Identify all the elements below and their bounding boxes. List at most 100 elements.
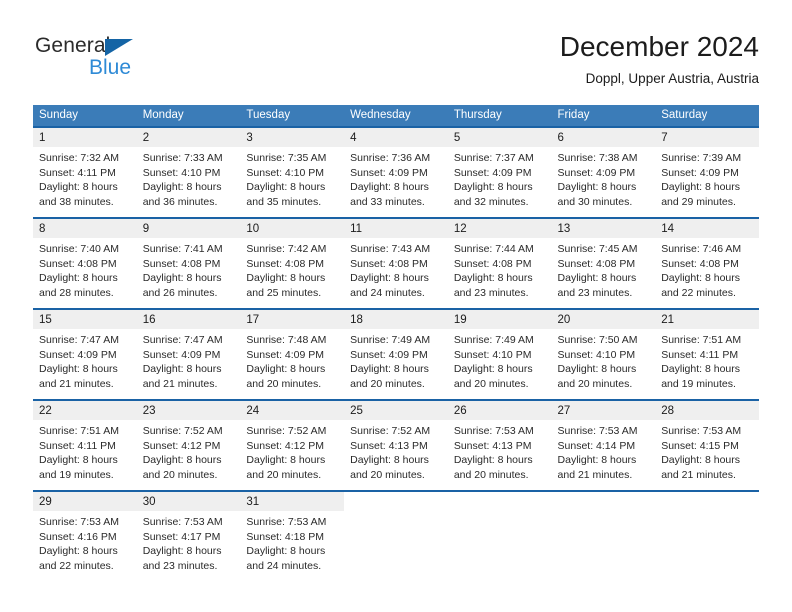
day-details: Sunrise: 7:47 AM Sunset: 4:09 PM Daylight:… — [33, 329, 137, 391]
day-cell[interactable]: 20 Sunrise: 7:50 AM Sunset: 4:10 PM Dayligh… — [551, 308, 656, 399]
day-cell[interactable]: 21 Sunrise: 7:51 AM Sunset: 4:11 PM Dayligh… — [655, 308, 759, 399]
day-cell[interactable]: 29 Sunrise: 7:53 AM Sunset: 4:16 PM Dayligh… — [33, 490, 137, 581]
daylight-text-line1: Daylight: 8 hours — [661, 454, 741, 467]
calendar-cell: 19 Sunrise: 7:49 AM Sunset: 4:10 PM Dayligh… — [447, 308, 552, 399]
general-blue-logo[interactable]: General Blue — [33, 34, 233, 90]
calendar-cell — [344, 490, 448, 581]
day-cell[interactable]: 17 Sunrise: 7:48 AM Sunset: 4:09 PM Dayligh… — [240, 308, 345, 399]
daylight-text-line2: and 19 minutes. — [661, 377, 736, 390]
location-subtitle: Doppl, Upper Austria, Austria — [585, 71, 759, 86]
day-cell[interactable]: 13 Sunrise: 7:45 AM Sunset: 4:08 PM Dayligh… — [551, 217, 656, 308]
day-cell[interactable]: 14 Sunrise: 7:46 AM Sunset: 4:08 PM Dayligh… — [655, 217, 759, 308]
daylight-text-line2: and 19 minutes. — [39, 468, 114, 481]
daylight-text-line1: Daylight: 8 hours — [39, 545, 118, 558]
sunset-text: Sunset: 4:08 PM — [142, 257, 221, 270]
sunrise-text: Sunrise: 7:49 AM — [453, 334, 534, 346]
sunrise-text: Sunrise: 7:41 AM — [142, 243, 223, 255]
sunset-text: Sunset: 4:10 PM — [142, 166, 221, 179]
calendar-cell: 30 Sunrise: 7:53 AM Sunset: 4:17 PM Dayligh… — [136, 490, 241, 581]
daylight-text-line1: Daylight: 8 hours — [557, 454, 637, 467]
daylight-text-line2: and 33 minutes. — [350, 195, 425, 208]
calendar-cell: 29 Sunrise: 7:53 AM Sunset: 4:16 PM Dayligh… — [33, 490, 137, 581]
daylight-text-line2: and 20 minutes. — [453, 468, 529, 481]
sunset-text: Sunset: 4:08 PM — [350, 257, 428, 270]
day-number: 27 — [551, 401, 656, 420]
day-cell[interactable]: 22 Sunrise: 7:51 AM Sunset: 4:11 PM Dayligh… — [33, 399, 137, 490]
day-cell[interactable]: 11 Sunrise: 7:43 AM Sunset: 4:08 PM Dayligh… — [344, 217, 448, 308]
day-number: 3 — [240, 128, 345, 147]
sunset-text: Sunset: 4:08 PM — [557, 257, 636, 270]
day-cell[interactable]: 27 Sunrise: 7:53 AM Sunset: 4:14 PM Dayligh… — [551, 399, 656, 490]
day-cell[interactable]: 26 Sunrise: 7:53 AM Sunset: 4:13 PM Dayligh… — [447, 399, 552, 490]
calendar-cell: 27 Sunrise: 7:53 AM Sunset: 4:14 PM Dayligh… — [551, 399, 656, 490]
sunset-text: Sunset: 4:09 PM — [39, 348, 117, 361]
day-details: Sunrise: 7:33 AM Sunset: 4:10 PM Daylight:… — [137, 147, 241, 209]
daylight-text-line1: Daylight: 8 hours — [661, 272, 741, 285]
calendar-cell: 25 Sunrise: 7:52 AM Sunset: 4:13 PM Dayligh… — [344, 399, 448, 490]
day-number: 2 — [136, 128, 241, 147]
day-number: 14 — [655, 219, 759, 238]
day-cell[interactable]: 31 Sunrise: 7:53 AM Sunset: 4:18 PM Dayligh… — [240, 490, 345, 581]
daylight-text-line2: and 23 minutes. — [142, 559, 218, 572]
day-cell[interactable]: 1 Sunrise: 7:32 AM Sunset: 4:11 PM Daylight… — [33, 126, 137, 217]
day-number: 20 — [551, 310, 656, 329]
day-number: 7 — [655, 128, 759, 147]
day-cell[interactable]: 4 Sunrise: 7:36 AM Sunset: 4:09 PM Daylight… — [344, 126, 448, 217]
daylight-text-line1: Daylight: 8 hours — [557, 181, 637, 194]
day-number: 31 — [240, 492, 345, 511]
day-details: Sunrise: 7:52 AM Sunset: 4:12 PM Daylight:… — [240, 420, 344, 482]
sunrise-text: Sunrise: 7:45 AM — [557, 243, 638, 255]
day-cell[interactable]: 23 Sunrise: 7:52 AM Sunset: 4:12 PM Dayligh… — [136, 399, 241, 490]
day-cell[interactable]: 19 Sunrise: 7:49 AM Sunset: 4:10 PM Dayligh… — [447, 308, 552, 399]
day-cell[interactable]: 15 Sunrise: 7:47 AM Sunset: 4:09 PM Dayligh… — [33, 308, 137, 399]
sunrise-text: Sunrise: 7:53 AM — [39, 516, 119, 528]
day-cell[interactable]: 12 Sunrise: 7:44 AM Sunset: 4:08 PM Dayligh… — [447, 217, 552, 308]
day-cell[interactable]: 30 Sunrise: 7:53 AM Sunset: 4:17 PM Dayligh… — [136, 490, 241, 581]
day-cell[interactable]: 25 Sunrise: 7:52 AM Sunset: 4:13 PM Dayligh… — [344, 399, 448, 490]
sunrise-text: Sunrise: 7:39 AM — [661, 152, 742, 164]
daylight-text-line2: and 36 minutes. — [142, 195, 218, 208]
day-cell[interactable]: 3 Sunrise: 7:35 AM Sunset: 4:10 PM Daylight… — [240, 126, 345, 217]
sunset-text: Sunset: 4:13 PM — [350, 439, 428, 452]
calendar-cell — [551, 490, 656, 581]
calendar-cell: 9 Sunrise: 7:41 AM Sunset: 4:08 PM Daylight… — [136, 217, 241, 308]
day-cell[interactable]: 6 Sunrise: 7:38 AM Sunset: 4:09 PM Daylight… — [551, 126, 656, 217]
day-cell[interactable]: 7 Sunrise: 7:39 AM Sunset: 4:09 PM Daylight… — [655, 126, 759, 217]
daylight-text-line2: and 20 minutes. — [350, 377, 425, 390]
daylight-text-line1: Daylight: 8 hours — [453, 454, 533, 467]
daylight-text-line1: Daylight: 8 hours — [142, 272, 222, 285]
sunrise-text: Sunrise: 7:44 AM — [453, 243, 534, 255]
daylight-text-line2: and 30 minutes. — [557, 195, 633, 208]
day-cell[interactable]: 16 Sunrise: 7:47 AM Sunset: 4:09 PM Dayligh… — [136, 308, 241, 399]
weekday-header-saturday: Saturday — [655, 105, 759, 126]
sunrise-text: Sunrise: 7:46 AM — [661, 243, 742, 255]
sunrise-text: Sunrise: 7:52 AM — [350, 425, 431, 437]
daylight-text-line2: and 24 minutes. — [246, 559, 322, 572]
day-number — [447, 492, 552, 511]
day-cell[interactable]: 24 Sunrise: 7:52 AM Sunset: 4:12 PM Dayligh… — [240, 399, 345, 490]
day-cell[interactable]: 10 Sunrise: 7:42 AM Sunset: 4:08 PM Dayligh… — [240, 217, 345, 308]
sunrise-text: Sunrise: 7:49 AM — [350, 334, 431, 346]
daylight-text-line2: and 29 minutes. — [661, 195, 736, 208]
sunrise-text: Sunrise: 7:52 AM — [142, 425, 223, 437]
day-details: Sunrise: 7:53 AM Sunset: 4:14 PM Daylight:… — [552, 420, 656, 482]
day-details: Sunrise: 7:39 AM Sunset: 4:09 PM Daylight:… — [655, 147, 759, 209]
daylight-text-line1: Daylight: 8 hours — [142, 545, 222, 558]
sunset-text: Sunset: 4:13 PM — [453, 439, 532, 452]
day-details: Sunrise: 7:47 AM Sunset: 4:09 PM Daylight:… — [137, 329, 241, 391]
day-number: 26 — [447, 401, 552, 420]
day-cell[interactable]: 8 Sunrise: 7:40 AM Sunset: 4:08 PM Daylight… — [33, 217, 137, 308]
day-cell[interactable]: 28 Sunrise: 7:53 AM Sunset: 4:15 PM Dayligh… — [655, 399, 759, 490]
sunset-text: Sunset: 4:09 PM — [142, 348, 221, 361]
day-cell[interactable]: 2 Sunrise: 7:33 AM Sunset: 4:10 PM Daylight… — [136, 126, 241, 217]
day-number — [344, 492, 448, 511]
calendar-cell: 15 Sunrise: 7:47 AM Sunset: 4:09 PM Dayligh… — [33, 308, 137, 399]
day-cell[interactable]: 5 Sunrise: 7:37 AM Sunset: 4:09 PM Daylight… — [447, 126, 552, 217]
daylight-text-line2: and 20 minutes. — [246, 377, 322, 390]
sunrise-text: Sunrise: 7:36 AM — [350, 152, 431, 164]
calendar-cell: 4 Sunrise: 7:36 AM Sunset: 4:09 PM Daylight… — [344, 126, 448, 217]
calendar-cell: 7 Sunrise: 7:39 AM Sunset: 4:09 PM Daylight… — [655, 126, 759, 217]
day-cell[interactable]: 18 Sunrise: 7:49 AM Sunset: 4:09 PM Dayligh… — [344, 308, 448, 399]
day-cell[interactable]: 9 Sunrise: 7:41 AM Sunset: 4:08 PM Daylight… — [136, 217, 241, 308]
day-number: 18 — [344, 310, 448, 329]
